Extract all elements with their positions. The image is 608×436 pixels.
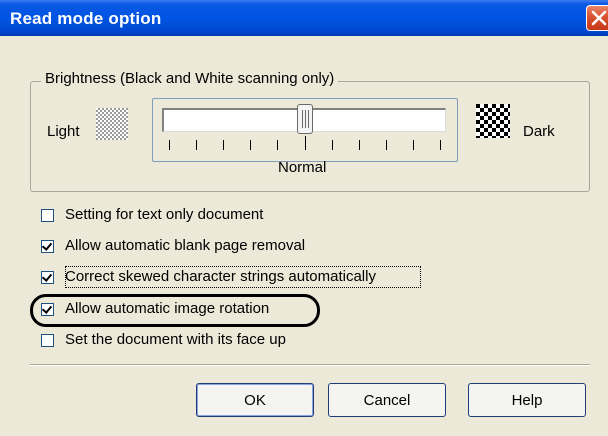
correct-skew-checkbox[interactable] [41,271,54,284]
slider-tick [277,140,278,150]
cancel-button[interactable]: Cancel [328,383,446,417]
slider-tick [359,140,360,150]
separator [30,364,590,366]
highlight-ring [30,294,320,327]
slider-tick [305,136,306,150]
slider-tick [196,140,197,150]
brightness-slider-thumb[interactable] [297,104,313,134]
correct-skew-label[interactable]: Correct skewed character strings automat… [65,268,376,285]
dark-pattern-icon [476,104,510,138]
slider-tick [169,140,170,150]
slider-tick [413,140,414,150]
normal-label: Normal [278,159,327,176]
ok-button[interactable]: OK [196,383,314,417]
light-label: Light [47,123,80,140]
slider-tick [440,140,441,150]
face-up-label[interactable]: Set the document with its face up [65,331,286,348]
help-button[interactable]: Help [468,383,586,417]
light-pattern-icon [96,108,128,140]
slider-tick [223,140,224,150]
blank-page-removal-checkbox[interactable] [41,240,54,253]
face-up-checkbox[interactable] [41,334,54,347]
read-mode-option-dialog: Read mode option Brightness (Black and W… [0,0,608,436]
blank-page-removal-label[interactable]: Allow automatic blank page removal [65,237,305,254]
close-icon [591,10,607,26]
slider-tick [332,140,333,150]
close-button[interactable] [586,5,608,31]
slider-tick [386,140,387,150]
window-title: Read mode option [10,9,162,28]
slider-tick [250,140,251,150]
text-only-label[interactable]: Setting for text only document [65,206,263,223]
text-only-checkbox[interactable] [41,209,54,222]
title-bar[interactable]: Read mode option [0,0,608,36]
brightness-group-label: Brightness (Black and White scanning onl… [41,70,339,87]
dark-label: Dark [523,123,555,140]
